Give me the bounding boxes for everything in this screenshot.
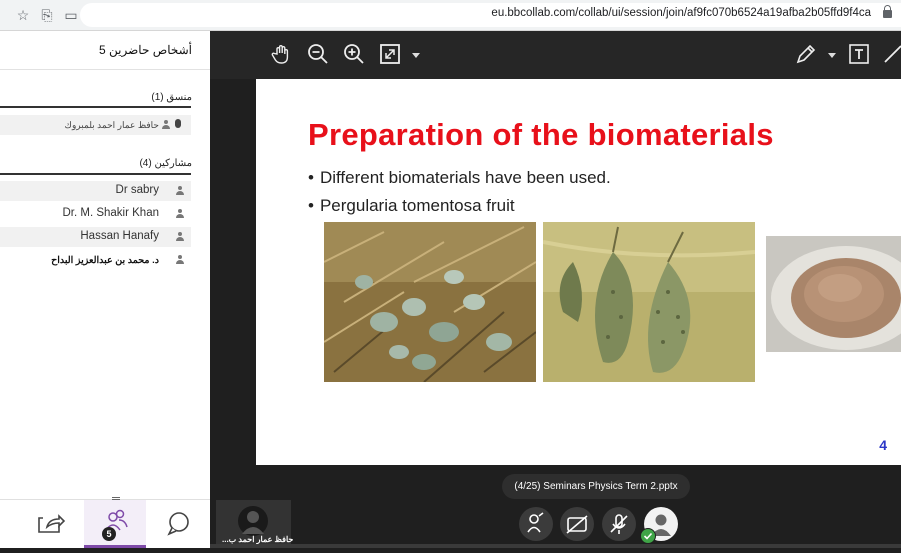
person-icon	[175, 209, 185, 219]
attendee-row[interactable]: حافظ عمار احمد بلمبروك	[0, 115, 191, 135]
checkmark-icon	[640, 528, 656, 544]
section-divider	[0, 106, 191, 108]
drag-handle[interactable]	[112, 497, 120, 498]
status-person-icon	[527, 512, 544, 533]
moderators-header: منسق (1)	[151, 92, 192, 103]
slide-title: Preparation of the biomaterials	[308, 117, 774, 152]
address-bar[interactable]: eu.bbcollab.com/collab/ui/session/join/a…	[80, 3, 901, 27]
person-icon	[175, 232, 185, 242]
line-tool-icon[interactable]	[881, 42, 901, 66]
file-name-label[interactable]: (4/25) Seminars Physics Term 2.pptx	[502, 474, 690, 499]
attendee-name: حافظ عمار احمد بلمبروك	[64, 120, 159, 130]
slide-bullet: Different biomaterials have been used.	[308, 168, 611, 188]
panel-title: 5 أشخاص حاضرين	[98, 43, 192, 57]
fruit-photo	[543, 222, 755, 382]
person-icon	[161, 120, 171, 130]
attendee-row[interactable]: Dr. M. Shakir Khan	[0, 204, 191, 224]
attendees-panel: 5 أشخاص حاضرين منسق (1) حافظ عمار احمد ب…	[0, 31, 210, 548]
microphone-toggle-button[interactable]	[602, 507, 636, 541]
browser-toolbar: ☆ ⎘ ▭ eu.bbcollab.com/collab/ui/session/…	[0, 0, 901, 31]
hand-pan-icon[interactable]	[270, 42, 294, 66]
star-icon[interactable]: ☆	[14, 6, 32, 24]
attendee-name: د. محمد بن عبدالعزيز البداح	[51, 255, 159, 266]
attendees-tab[interactable]: 5	[84, 500, 146, 548]
fit-to-page-icon[interactable]	[378, 42, 402, 66]
avatar	[238, 506, 268, 536]
chevron-down-icon[interactable]	[412, 53, 420, 58]
lock-icon[interactable]	[883, 5, 892, 18]
pen-icon[interactable]	[794, 42, 818, 66]
bottom-strip	[210, 544, 901, 548]
attendee-name: Hassan Hanafy	[80, 230, 159, 242]
slide-bullet: Pergularia tomentosa fruit	[308, 196, 515, 216]
url-text: eu.bbcollab.com/collab/ui/session/join/a…	[491, 7, 871, 19]
attendee-name: Dr sabry	[115, 184, 159, 196]
microphone-off-icon	[610, 514, 628, 534]
attendee-row[interactable]: د. محمد بن عبدالعزيز البداح	[0, 250, 191, 270]
attendee-name: Dr. M. Shakir Khan	[62, 207, 159, 219]
status-button[interactable]	[519, 507, 553, 541]
camera-off-icon	[566, 515, 588, 534]
participants-header: مشاركين (4)	[139, 158, 192, 169]
chevron-down-icon[interactable]	[828, 53, 836, 58]
text-tool-icon[interactable]	[847, 42, 871, 66]
zoom-out-icon[interactable]	[306, 42, 330, 66]
cast-icon[interactable]: ▭	[62, 6, 80, 24]
presentation-toolbar	[210, 31, 901, 79]
share-icon	[38, 514, 66, 533]
section-divider	[0, 173, 191, 175]
zoom-in-icon[interactable]	[342, 42, 366, 66]
camera-toggle-button[interactable]	[560, 507, 594, 541]
plant-photo	[324, 222, 536, 382]
participant-name: حافظ عمار احمد ب...	[222, 535, 294, 544]
slide: Preparation of the biomaterials Differen…	[256, 79, 901, 465]
divider	[0, 69, 210, 70]
chat-tab[interactable]	[148, 500, 210, 548]
powder-photo	[766, 236, 901, 352]
attendee-row[interactable]: Dr sabry	[0, 181, 191, 201]
people-icon	[105, 509, 128, 531]
person-icon	[175, 255, 185, 265]
attendee-row[interactable]: Hassan Hanafy	[0, 227, 191, 247]
chat-icon	[167, 512, 189, 536]
person-icon	[175, 186, 185, 196]
attendee-count-badge: 5	[102, 527, 116, 541]
panel-tabs: 5	[0, 497, 210, 548]
person-icon	[242, 511, 264, 534]
tab-search-icon[interactable]: ⎘	[38, 6, 56, 24]
slide-page-number: 4	[879, 437, 887, 453]
participant-video-tile[interactable]: حافظ عمار احمد ب...	[216, 500, 294, 548]
microphone-icon	[175, 119, 181, 128]
share-content-button[interactable]	[21, 500, 83, 548]
